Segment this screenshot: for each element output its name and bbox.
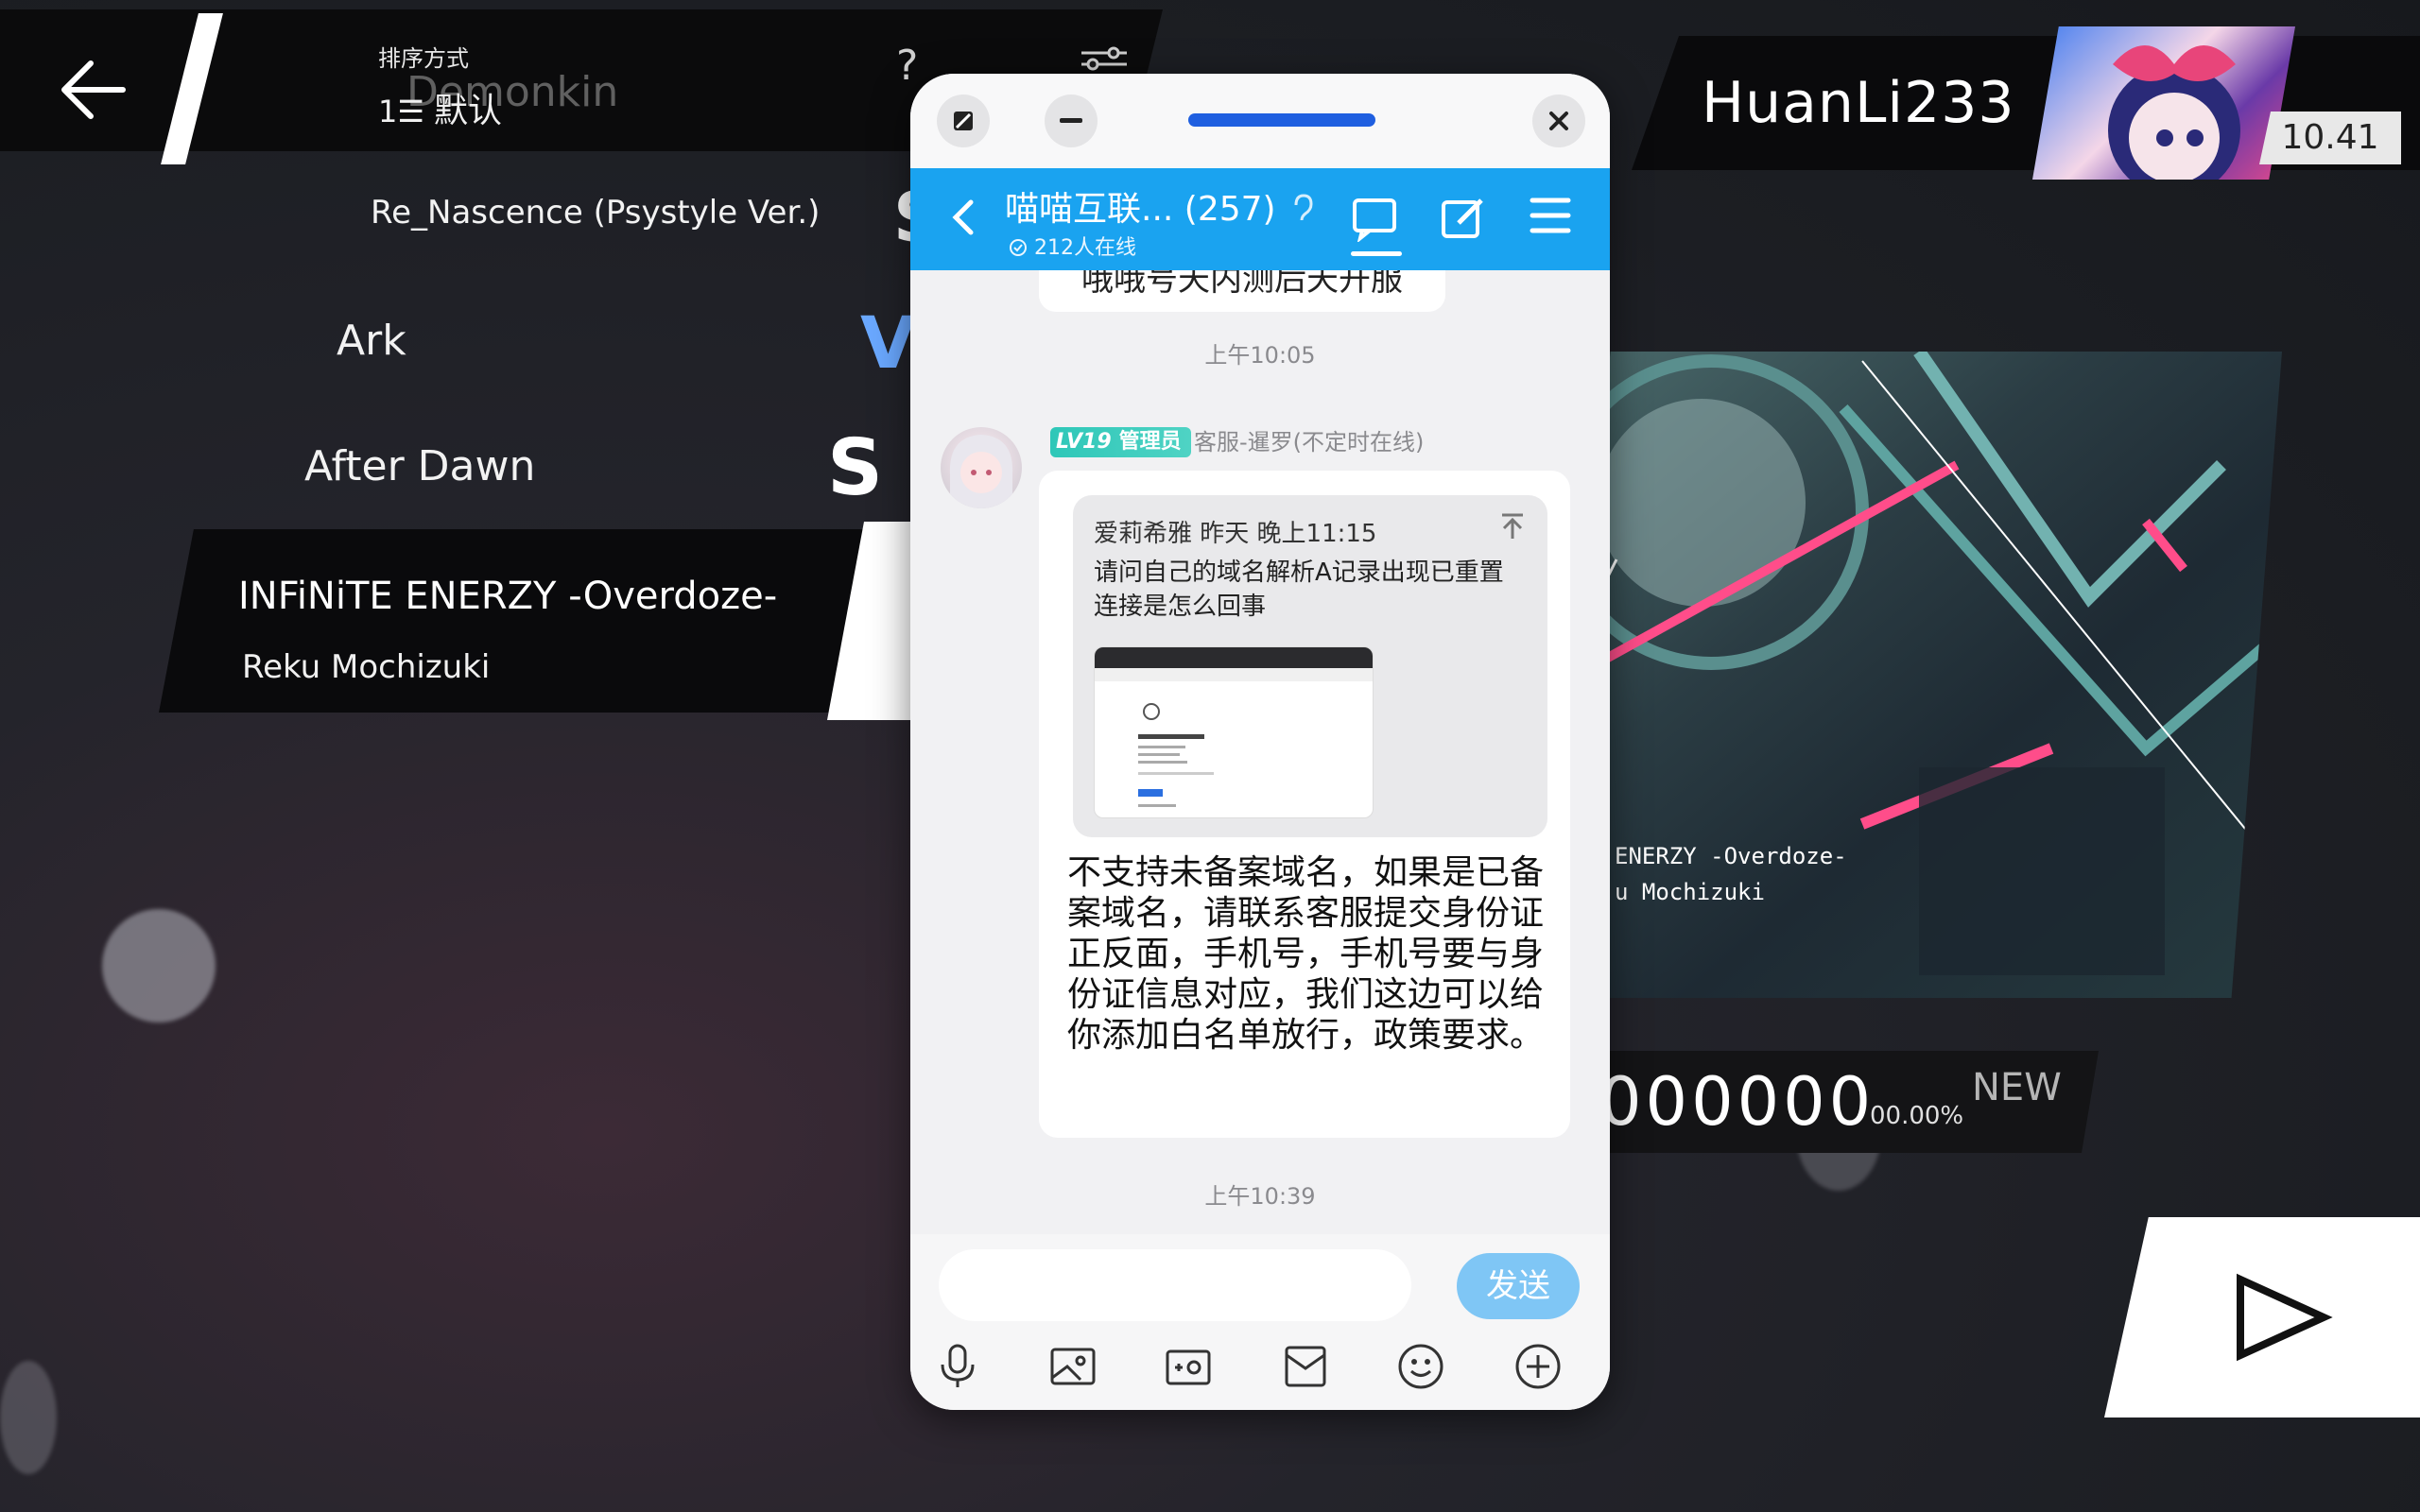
selected-song-artist: Reku Mochizuki xyxy=(242,648,491,686)
background-orb xyxy=(0,1361,57,1474)
close-icon[interactable] xyxy=(1532,94,1585,147)
member-count: (257) xyxy=(1184,190,1276,229)
selected-song-title: INFiNiTE ENERZY -Overdoze- xyxy=(238,575,778,618)
quoted-message[interactable]: 爱莉希雅 昨天 晚上11:15 请问自己的域名解析A记录出现已重置连接是怎么回事 xyxy=(1073,495,1547,837)
pin-top-icon[interactable] xyxy=(1498,512,1527,544)
menu-icon[interactable] xyxy=(1529,195,1572,240)
chat-title[interactable]: 喵喵互联... (257) xyxy=(1005,181,1315,231)
sender-avatar[interactable] xyxy=(941,427,1022,508)
message-input[interactable] xyxy=(939,1249,1411,1321)
player-avatar[interactable] xyxy=(2032,26,2295,180)
score-value: 000000 xyxy=(1599,1063,1876,1141)
online-count: 212人在线 xyxy=(1009,231,1136,261)
reply-message-bubble[interactable]: 爱莉希雅 昨天 晚上11:15 请问自己的域名解析A记录出现已重置连接是怎么回事 xyxy=(1039,471,1570,1138)
difficulty-glyph: V xyxy=(860,301,916,385)
badge-role: 管理员 xyxy=(1118,430,1182,454)
player-rating: 10.41 xyxy=(2259,112,2401,164)
chevron-left-icon[interactable] xyxy=(950,198,975,240)
sender-name: 客服-暹罗(不定时在线) xyxy=(1194,429,1425,455)
cover-artist-text: u Mochizuki xyxy=(1615,879,1765,905)
song-cover-art: ENERZY -Overdoze- u Mochizuki xyxy=(1560,352,2282,998)
drag-handle[interactable] xyxy=(1188,113,1375,127)
song-item-ark[interactable]: Ark xyxy=(337,317,406,365)
window-titlebar[interactable] xyxy=(910,74,1610,168)
chat-input-area: 发送 xyxy=(910,1234,1610,1410)
message-list[interactable]: 哦哦号天内测后天开服 上午10:05 LV19 管理员 客服-暹罗(不定时在线) … xyxy=(910,270,1610,1310)
online-text: 212人在线 xyxy=(1034,236,1136,260)
song-item-after-dawn[interactable]: After Dawn xyxy=(304,442,535,490)
reply-text: 不支持未备案域名，如果是已备案域名，请联系客服提交身份证正反面，手机号，手机号要… xyxy=(1067,853,1545,1055)
online-icon xyxy=(1010,239,1027,256)
song-item-re-nascence[interactable]: Re_Nascence (Psystyle Ver.) xyxy=(371,194,820,232)
new-label: NEW xyxy=(1972,1066,2062,1109)
chat-header: 喵喵互联... (257) 212人在线 xyxy=(910,168,1610,270)
sort-value: 默认 xyxy=(434,92,503,130)
minimize-icon[interactable] xyxy=(1045,94,1098,147)
float-toggle-icon[interactable] xyxy=(937,94,990,147)
play-button[interactable] xyxy=(2104,1217,2420,1418)
background-orb xyxy=(102,909,216,1022)
microphone-icon[interactable] xyxy=(933,1342,982,1391)
quoted-screenshot-thumbnail[interactable] xyxy=(1094,646,1374,818)
play-icon xyxy=(2237,1273,2333,1362)
sort-list-icon: 1☰ xyxy=(378,94,425,129)
badge-level: LV19 xyxy=(1056,430,1112,454)
sort-selector[interactable]: 1☰ 默认 xyxy=(378,83,502,132)
quote-author-time: 爱莉希雅 昨天 晚上11:15 xyxy=(1094,520,1377,548)
send-button[interactable]: 发送 xyxy=(1457,1253,1580,1319)
player-name: HuanLi233 xyxy=(1702,70,2015,136)
camera-icon[interactable] xyxy=(1164,1342,1213,1391)
chat-bubble-icon[interactable] xyxy=(1351,195,1402,256)
envelope-icon[interactable] xyxy=(1281,1342,1330,1391)
message-timestamp: 上午10:39 xyxy=(1204,1183,1316,1210)
quote-text: 请问自己的域名解析A记录出现已重置连接是怎么回事 xyxy=(1094,558,1504,621)
ear-icon xyxy=(1294,194,1313,221)
group-name: 喵喵互联... xyxy=(1005,190,1174,229)
emoji-icon[interactable] xyxy=(1396,1342,1445,1391)
image-icon[interactable] xyxy=(1048,1342,1098,1391)
admin-badge: LV19 管理员 xyxy=(1050,427,1191,457)
message-bubble: 哦哦号天内测后天开服 xyxy=(1039,270,1445,312)
back-arrow-icon[interactable] xyxy=(55,57,130,123)
difficulty-glyph: S xyxy=(827,423,884,513)
score-percent: 00.00% xyxy=(1870,1102,1964,1130)
floating-chat-window[interactable]: 喵喵互联... (257) 212人在线 哦哦号天内测后天开服 上午10:05 … xyxy=(910,74,1610,1410)
edit-icon[interactable] xyxy=(1440,195,1487,246)
message-timestamp: 上午10:05 xyxy=(1204,342,1316,369)
plus-circle-icon[interactable] xyxy=(1513,1342,1563,1391)
cover-title-text: ENERZY -Overdoze- xyxy=(1615,843,1847,869)
